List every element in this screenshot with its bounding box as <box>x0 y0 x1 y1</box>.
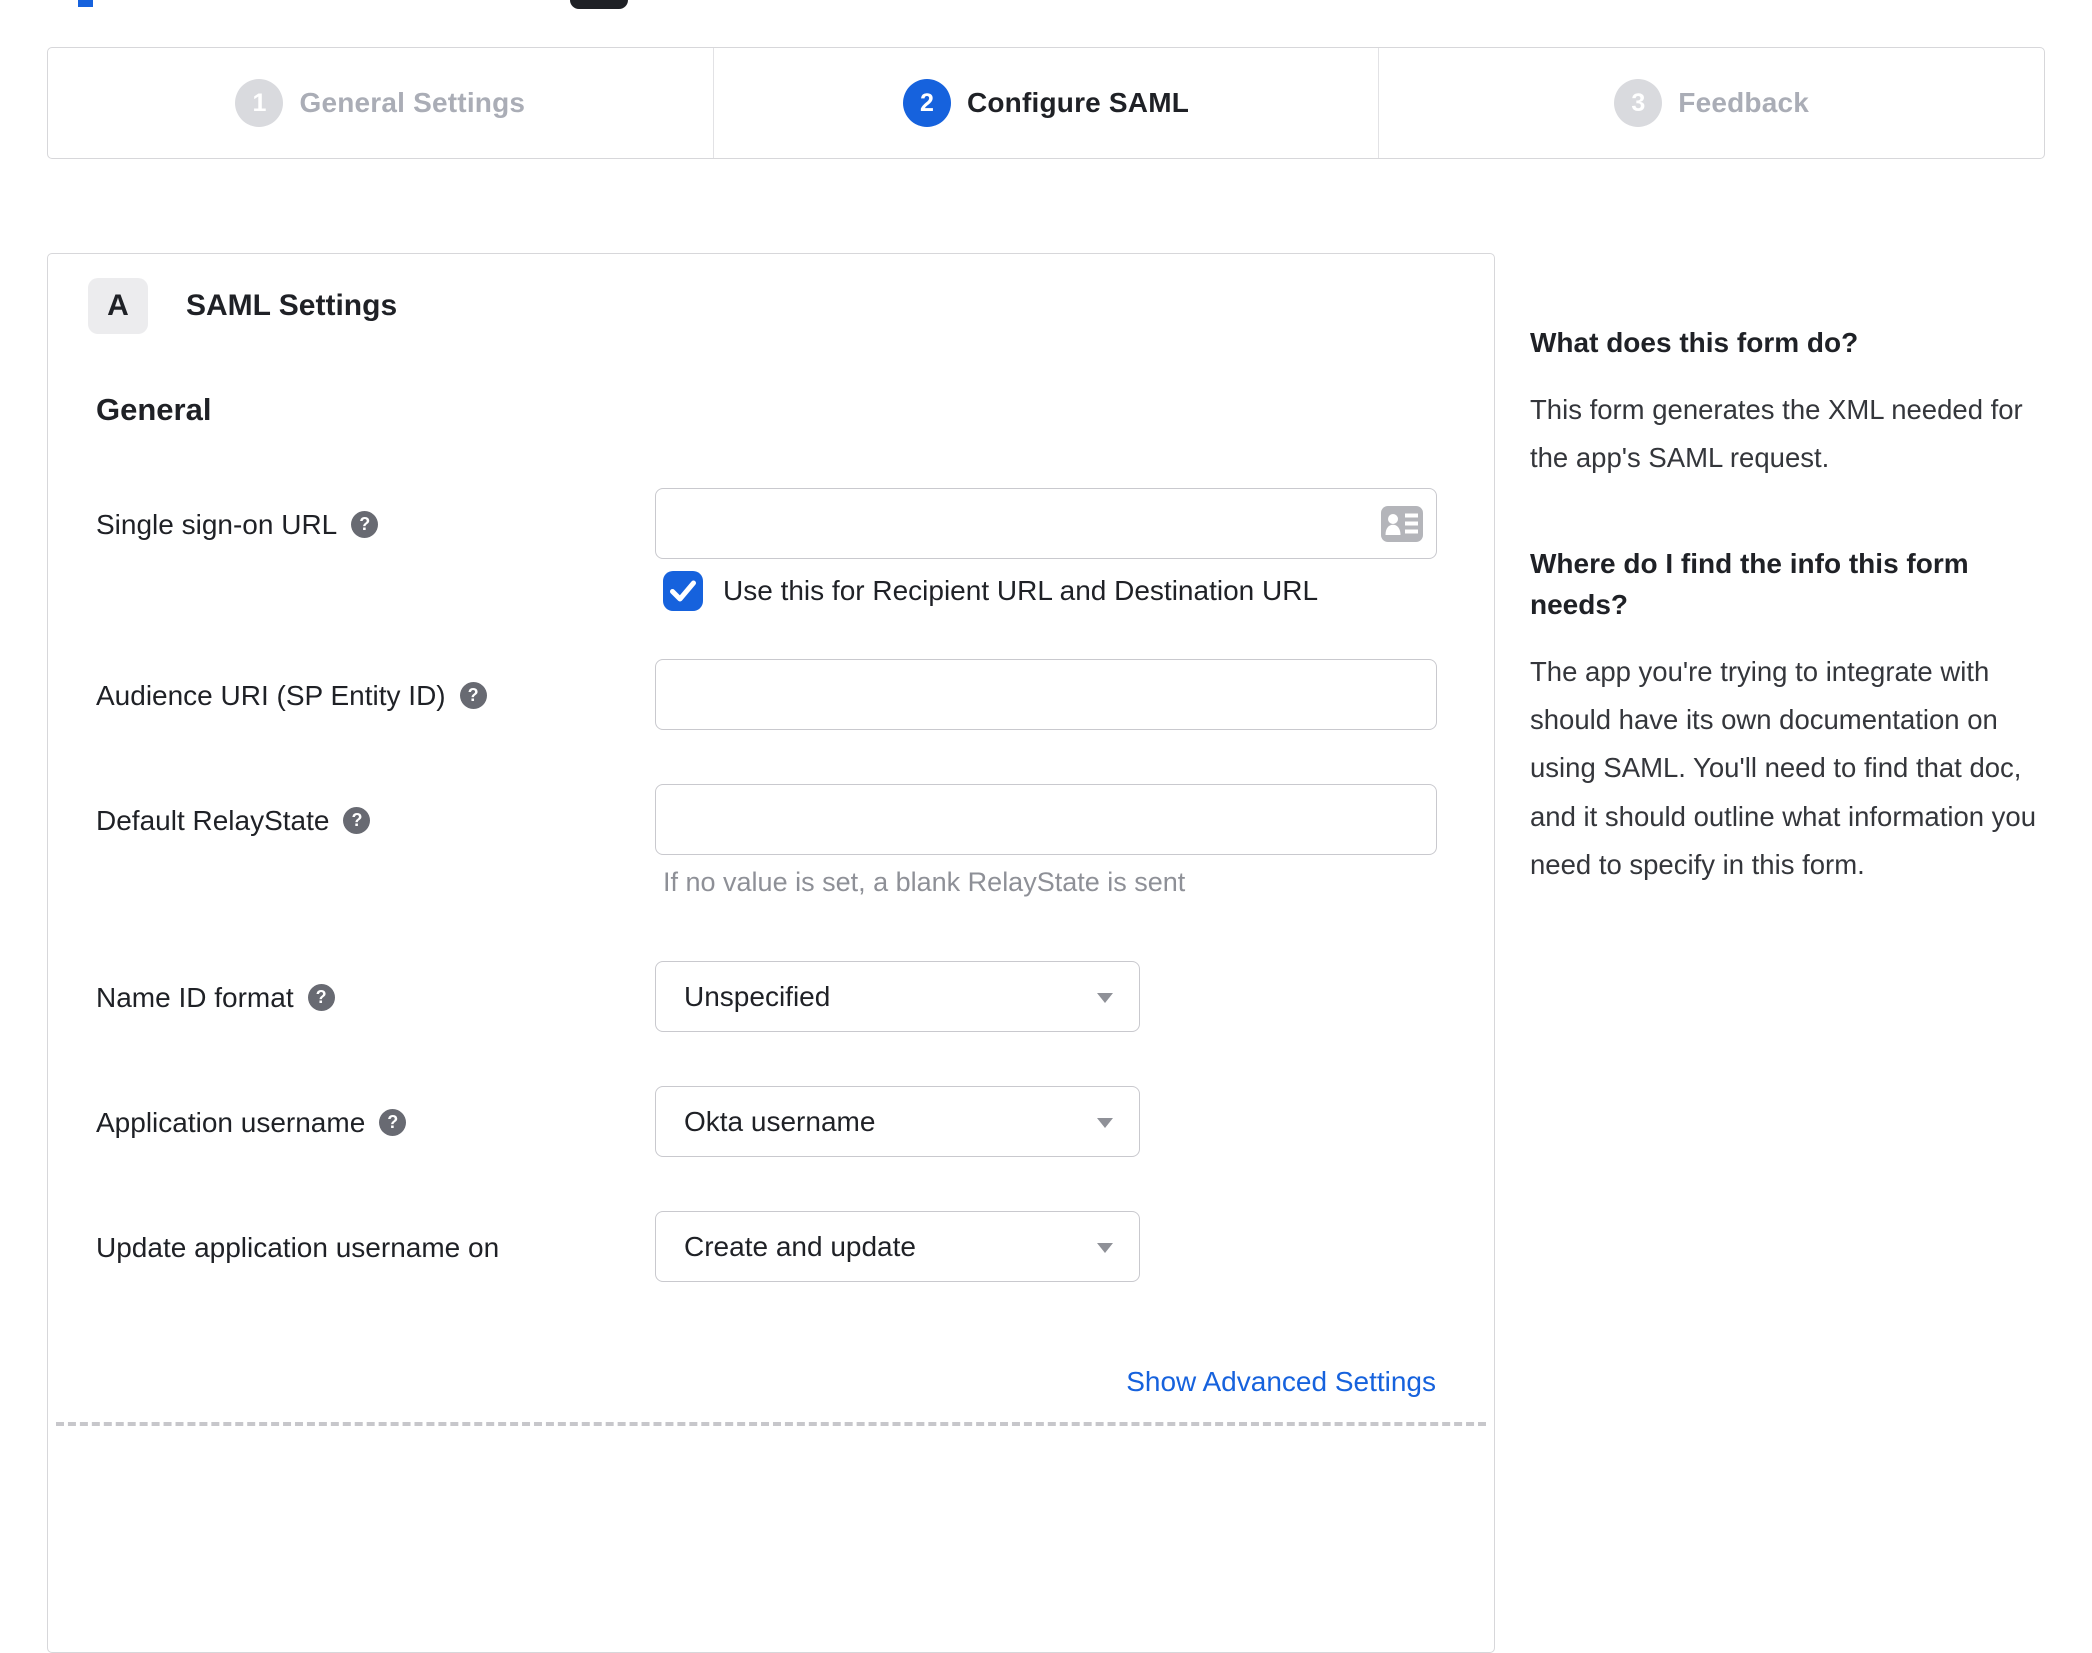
relaystate-hint-text: If no value is set, a blank RelayState i… <box>663 867 1186 897</box>
name-id-format-select[interactable]: Unspecified <box>655 961 1140 1032</box>
advanced-settings-row: Show Advanced Settings <box>88 1366 1454 1398</box>
field-row-name-id-format: Name ID format ? Unspecified <box>96 961 1454 1032</box>
caret-down-icon <box>1097 1243 1113 1253</box>
dashed-section-separator <box>56 1422 1486 1426</box>
step-1-number-badge: 1 <box>235 79 284 127</box>
audience-uri-help-icon[interactable]: ? <box>459 682 487 710</box>
sso-url-input[interactable] <box>655 488 1437 559</box>
step-configure-saml[interactable]: 2 Configure SAML <box>712 48 1379 158</box>
general-section-title: General <box>96 392 212 427</box>
section-a-badge: A <box>88 278 148 334</box>
audience-uri-input[interactable] <box>655 659 1437 730</box>
name-id-format-value: Unspecified <box>684 980 831 1012</box>
caret-down-icon <box>1097 1118 1113 1128</box>
audience-uri-label: Audience URI (SP Entity ID) <box>96 680 446 711</box>
step-2-number-badge: 2 <box>902 79 951 127</box>
step-3-number-badge: 3 <box>1614 79 1663 127</box>
help-body-what: This form generates the XML needed for t… <box>1530 393 2023 473</box>
default-relaystate-help-icon[interactable]: ? <box>343 807 371 835</box>
sso-url-label: Single sign-on URL <box>96 509 338 540</box>
cutoff-logo-fragment <box>78 0 93 7</box>
field-row-update-app-username: Update application username on Create an… <box>96 1211 1454 1282</box>
application-username-label: Application username <box>96 1107 366 1138</box>
step-1-label: General Settings <box>299 87 526 118</box>
default-relaystate-label-group: Default RelayState ? <box>96 784 655 838</box>
step-3-label: Feedback <box>1678 87 1810 118</box>
default-relaystate-input[interactable] <box>655 784 1437 855</box>
field-row-audience-uri: Audience URI (SP Entity ID) ? <box>96 659 1454 730</box>
application-username-help-icon[interactable]: ? <box>379 1109 407 1137</box>
name-id-format-label: Name ID format <box>96 982 294 1013</box>
name-id-format-label-group: Name ID format ? <box>96 961 655 1015</box>
panel-header: A SAML Settings <box>88 278 1454 334</box>
sso-recipient-checkbox[interactable] <box>663 571 703 611</box>
sso-url-help-icon[interactable]: ? <box>351 511 379 539</box>
sso-recipient-checkbox-row: Use this for Recipient URL and Destinati… <box>663 571 1454 611</box>
field-row-application-username: Application username ? Okta username <box>96 1086 1454 1157</box>
application-username-value: Okta username <box>684 1105 876 1137</box>
field-row-default-relaystate: Default RelayState ? <box>96 784 1454 855</box>
help-section-what: What does this form do? This form genera… <box>1530 323 2050 482</box>
name-id-format-help-icon[interactable]: ? <box>307 984 335 1012</box>
step-feedback[interactable]: 3 Feedback <box>1378 48 2044 158</box>
caret-down-icon <box>1097 993 1113 1003</box>
sso-url-label-group: Single sign-on URL ? <box>96 488 655 542</box>
help-section-where: Where do I find the info this form needs… <box>1530 544 2050 889</box>
audience-uri-label-group: Audience URI (SP Entity ID) ? <box>96 659 655 713</box>
update-app-username-value: Create and update <box>684 1230 916 1262</box>
wizard-stepper: 1 General Settings 2 Configure SAML 3 Fe… <box>47 47 2045 159</box>
saml-settings-panel: A SAML Settings General Single sign-on U… <box>47 253 1495 1653</box>
update-app-username-label-group: Update application username on <box>96 1211 655 1265</box>
help-heading-what: What does this form do? <box>1530 327 1859 358</box>
default-relaystate-label: Default RelayState <box>96 805 330 836</box>
application-username-label-group: Application username ? <box>96 1086 655 1140</box>
contact-card-icon <box>1381 506 1423 542</box>
show-advanced-settings-link[interactable]: Show Advanced Settings <box>1126 1366 1436 1397</box>
help-sidebar: What does this form do? This form genera… <box>1530 253 2050 890</box>
step-general-settings[interactable]: 1 General Settings <box>48 48 713 158</box>
check-icon <box>670 580 696 602</box>
cutoff-header-fragment <box>570 0 628 9</box>
help-heading-where: Where do I find the info this form needs… <box>1530 548 1969 620</box>
application-username-select[interactable]: Okta username <box>655 1086 1140 1157</box>
help-body-where: The app you're trying to integrate with … <box>1530 655 2037 881</box>
update-app-username-label: Update application username on <box>96 1232 500 1263</box>
sso-recipient-checkbox-label[interactable]: Use this for Recipient URL and Destinati… <box>723 575 1318 607</box>
step-2-label: Configure SAML <box>966 87 1190 118</box>
update-app-username-select[interactable]: Create and update <box>655 1211 1140 1282</box>
field-row-sso-url: Single sign-on URL ? <box>96 488 1454 559</box>
panel-title: SAML Settings <box>186 289 398 322</box>
